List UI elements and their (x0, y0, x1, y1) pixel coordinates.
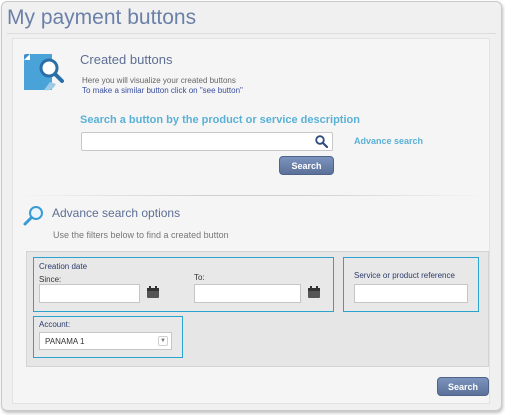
chevron-down-icon[interactable]: ▼ (158, 336, 168, 346)
to-field (194, 284, 301, 304)
advanced-search-button[interactable]: Search (437, 377, 489, 396)
search-box (81, 132, 333, 152)
reference-input[interactable] (355, 286, 467, 304)
to-date-input[interactable] (195, 286, 300, 304)
since-field (39, 284, 140, 304)
see-button-instruction: To make a similar button click on "see b… (82, 86, 243, 95)
creation-date-label: Creation date (39, 262, 88, 271)
title-divider (7, 33, 496, 34)
page-title: My payment buttons (7, 6, 197, 29)
to-label: To: (194, 273, 205, 282)
since-label: Since: (39, 275, 62, 284)
calendar-icon[interactable] (307, 285, 321, 299)
calendar-icon[interactable] (146, 285, 160, 299)
document-search-icon (24, 54, 64, 91)
search-icon[interactable] (315, 135, 328, 148)
advance-search-title: Advance search options (52, 206, 181, 220)
advance-search-link[interactable]: Advance search (354, 136, 423, 146)
reference-field (354, 284, 468, 304)
search-button[interactable]: Search (279, 156, 334, 175)
section-divider (18, 195, 488, 196)
search-input[interactable] (82, 135, 307, 152)
account-selected-value: PANAMA 1 (45, 336, 85, 346)
advance-search-desc: Use the filters below to find a created … (53, 230, 229, 240)
since-date-input[interactable] (40, 286, 139, 304)
reference-label: Service or product reference (354, 271, 455, 280)
search-label: Search a button by the product or servic… (80, 114, 360, 126)
account-label: Account: (39, 320, 71, 329)
magnifier-icon (23, 206, 43, 226)
created-buttons-desc: Here you will visualize your created but… (82, 76, 236, 85)
account-select[interactable]: PANAMA 1 ▼ (39, 332, 172, 350)
created-buttons-title: Created buttons (80, 52, 173, 67)
